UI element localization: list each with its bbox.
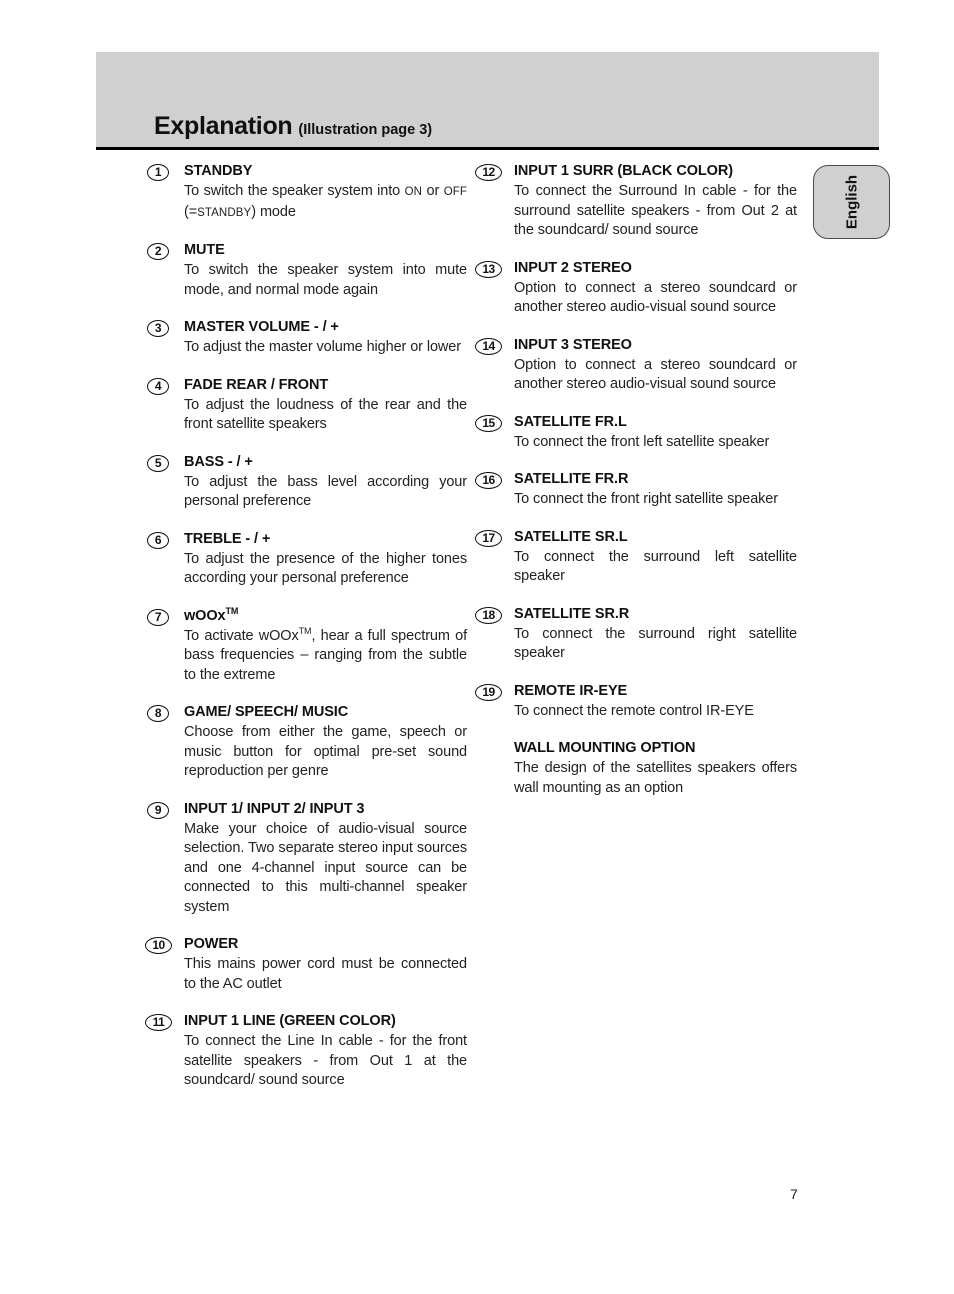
- entry-title: WALL MOUNTING OPTION: [514, 740, 696, 756]
- explanation-entry: 6 TREBLE - / + To adjust the presence of t…: [147, 530, 467, 589]
- explanation-entry: 4 FADE REAR / FRONT To adjust the loudness…: [147, 376, 467, 435]
- explanation-entry: 18 SATELLITE SR.R To connect the surround …: [475, 605, 797, 664]
- explanation-entry: 16 SATELLITE FR.R To connect the front rig…: [475, 470, 797, 510]
- item-number-badge: 16: [475, 472, 502, 489]
- entry-body: To adjust the master volume higher or lo…: [184, 339, 461, 355]
- explanation-entry: 10 POWER This mains power cord must be con…: [145, 935, 467, 994]
- entry-title: MUTE: [184, 242, 225, 258]
- entry-title: INPUT 2 STEREO: [514, 259, 632, 276]
- entry-body: Choose from either the game, speech or m…: [184, 724, 467, 779]
- entry-title: INPUT 1 SURR (BLACK COLOR): [514, 163, 733, 179]
- item-number-badge: 3: [147, 320, 169, 337]
- item-number-badge: 6: [147, 531, 169, 549]
- item-number-badge: 4: [147, 377, 169, 395]
- item-number-badge: 1: [147, 164, 169, 181]
- entry-title: MASTER VOLUME - / +: [184, 319, 339, 335]
- left-column: 1 STANDBY To switch the speaker system int…: [145, 162, 467, 1109]
- entry-body: To connect the surround left satellite s…: [514, 548, 797, 585]
- entry-body: To switch the speaker system into ON or …: [184, 183, 467, 220]
- item-number-badge: 10: [145, 937, 172, 954]
- explanation-entry: WALL MOUNTING OPTION The design of the sa…: [477, 739, 797, 798]
- entry-body: To adjust the presence of the higher ton…: [184, 550, 467, 587]
- explanation-entry: 5 BASS - / + To adjust the bass level acco…: [147, 453, 467, 512]
- entry-title: BASS - / +: [184, 453, 253, 470]
- entry-title: INPUT 1 LINE (GREEN COLOR): [184, 1013, 396, 1029]
- entry-body: To switch the speaker system into mute m…: [184, 262, 467, 298]
- explanation-entry: 9 INPUT 1/ INPUT 2/ INPUT 3 Make your choi…: [147, 800, 467, 918]
- language-tab: English: [813, 165, 890, 239]
- right-column: 12 INPUT 1 SURR (BLACK COLOR) To connect t…: [475, 162, 797, 816]
- entry-body: To connect the remote control IR-EYE: [514, 702, 754, 719]
- item-number-badge: 5: [147, 454, 169, 472]
- entry-title: STANDBY: [184, 163, 253, 179]
- explanation-entry: 7 wOOxTM To activate wOOxTM, hear a full s…: [147, 605, 467, 686]
- entry-body: Make your choice of audio-visual source …: [184, 820, 467, 915]
- item-number-badge: 15: [475, 414, 502, 432]
- explanation-entry: 17 SATELLITE SR.L To connect the surround …: [475, 528, 797, 587]
- explanation-entry: 3 MASTER VOLUME - / + To adjust the master…: [147, 318, 467, 358]
- entry-body: To connect the front left satellite spea…: [514, 433, 770, 450]
- entry-body: To connect the front right satellite spe…: [514, 491, 778, 507]
- entry-body: To connect the surround right satellite …: [514, 625, 797, 662]
- entry-title: POWER: [184, 936, 239, 952]
- entry-title: GAME/ SPEECH/ MUSIC: [184, 704, 349, 720]
- entry-title: wOOxTM: [184, 605, 239, 624]
- explanation-entry: 19 REMOTE IR-EYE To connect the remote con…: [475, 682, 797, 722]
- entry-title: SATELLITE SR.R: [514, 605, 630, 622]
- item-number-badge: 12: [475, 164, 502, 181]
- page-subtitle: (Illustration page 3): [298, 122, 433, 138]
- entry-title: FADE REAR / FRONT: [184, 376, 329, 393]
- explanation-entry: 8 GAME/ SPEECH/ MUSIC Choose from either t…: [147, 703, 467, 782]
- entry-body: To connect the Surround In cable - for t…: [514, 183, 797, 238]
- explanation-entry: 1 STANDBY To switch the speaker system int…: [147, 162, 467, 223]
- entry-title: TREBLE - / +: [184, 530, 271, 547]
- item-number-badge: 8: [147, 705, 169, 722]
- entry-title: SATELLITE FR.L: [514, 413, 627, 430]
- explanation-entry: 14 INPUT 3 STEREO Option to connect a ster…: [475, 336, 797, 395]
- explanation-entry: 11 INPUT 1 LINE (GREEN COLOR) To connect t…: [145, 1012, 467, 1091]
- entry-title: REMOTE IR-EYE: [514, 682, 628, 699]
- language-tab-label: English: [843, 174, 860, 230]
- entry-body: Option to connect a stereo soundcard or …: [514, 356, 797, 393]
- page-title: Explanation: [154, 112, 293, 140]
- item-number-badge: 2: [147, 243, 169, 260]
- item-number-badge: 17: [475, 529, 502, 547]
- entry-body: To adjust the loudness of the rear and t…: [184, 396, 467, 433]
- entry-title: SATELLITE FR.R: [514, 471, 629, 487]
- item-number-badge: 11: [145, 1014, 172, 1031]
- header-title-wrap: Explanation (Illustration page 3): [96, 112, 879, 141]
- header-divider: [96, 147, 879, 150]
- explanation-entry: 15 SATELLITE FR.L To connect the front lef…: [475, 413, 797, 453]
- explanation-entry: 12 INPUT 1 SURR (BLACK COLOR) To connect t…: [475, 162, 797, 241]
- item-number-badge: 13: [475, 260, 502, 278]
- item-number-badge: 19: [475, 683, 502, 701]
- entry-title: SATELLITE SR.L: [514, 528, 628, 545]
- explanation-entry: 2 MUTE To switch the speaker system into m…: [147, 241, 467, 300]
- item-number-badge: 18: [475, 606, 502, 624]
- explanation-entry: 13 INPUT 2 STEREO Option to connect a ster…: [475, 259, 797, 318]
- page-number: 7: [790, 1186, 798, 1202]
- header-band: Explanation (Illustration page 3): [96, 52, 879, 147]
- entry-body: This mains power cord must be connected …: [184, 956, 467, 992]
- item-number-badge: 14: [475, 337, 502, 355]
- item-number-badge: 7: [147, 608, 169, 626]
- entry-body: Option to connect a stereo soundcard or …: [514, 279, 797, 316]
- entry-body: To activate wOOxTM, hear a full spectrum…: [184, 625, 467, 683]
- entry-body: To connect the Line In cable - for the f…: [184, 1033, 467, 1088]
- entry-title: INPUT 3 STEREO: [514, 336, 632, 353]
- entry-body: The design of the satellites speakers of…: [514, 760, 797, 796]
- entry-body: To adjust the bass level according your …: [184, 473, 467, 510]
- item-number-badge: 9: [147, 801, 169, 819]
- entry-title: INPUT 1/ INPUT 2/ INPUT 3: [184, 800, 365, 817]
